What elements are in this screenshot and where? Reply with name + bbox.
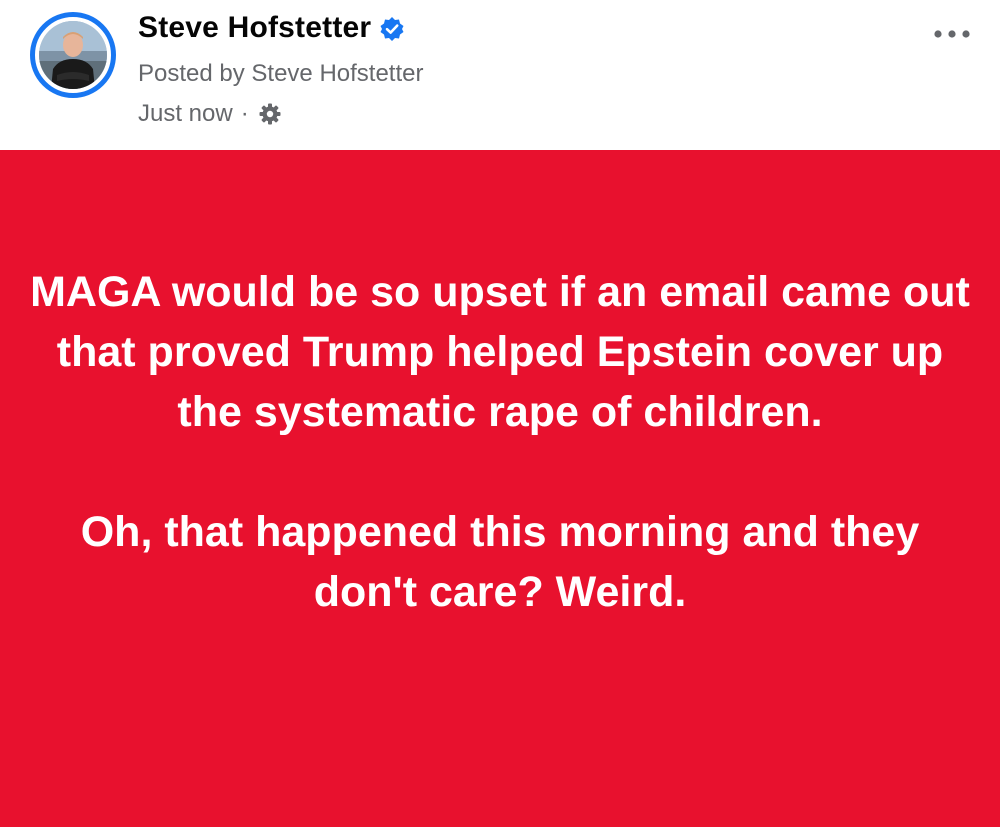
author-name-row: Steve Hofstetter xyxy=(138,8,405,48)
posted-by-text[interactable]: Posted by Steve Hofstetter xyxy=(138,58,423,90)
post-content[interactable]: MAGA would be so upset if an email came … xyxy=(0,150,1000,827)
post-meta: Just now · xyxy=(138,98,283,130)
gear-icon[interactable] xyxy=(257,101,283,127)
more-options-icon xyxy=(932,29,972,39)
post-header: Steve Hofstetter Posted by Steve Hofstet… xyxy=(0,0,1000,150)
verified-badge-icon xyxy=(379,16,405,42)
avatar[interactable] xyxy=(30,12,116,98)
avatar-photo xyxy=(39,21,107,89)
post-text-paragraph-1: MAGA would be so upset if an email came … xyxy=(30,268,970,436)
more-options-button[interactable] xyxy=(930,20,974,48)
post-text-paragraph-2: Oh, that happened this morning and they … xyxy=(80,508,920,616)
author-name[interactable]: Steve Hofstetter xyxy=(138,11,371,45)
timestamp[interactable]: Just now xyxy=(138,100,233,128)
meta-separator: · xyxy=(240,100,249,127)
